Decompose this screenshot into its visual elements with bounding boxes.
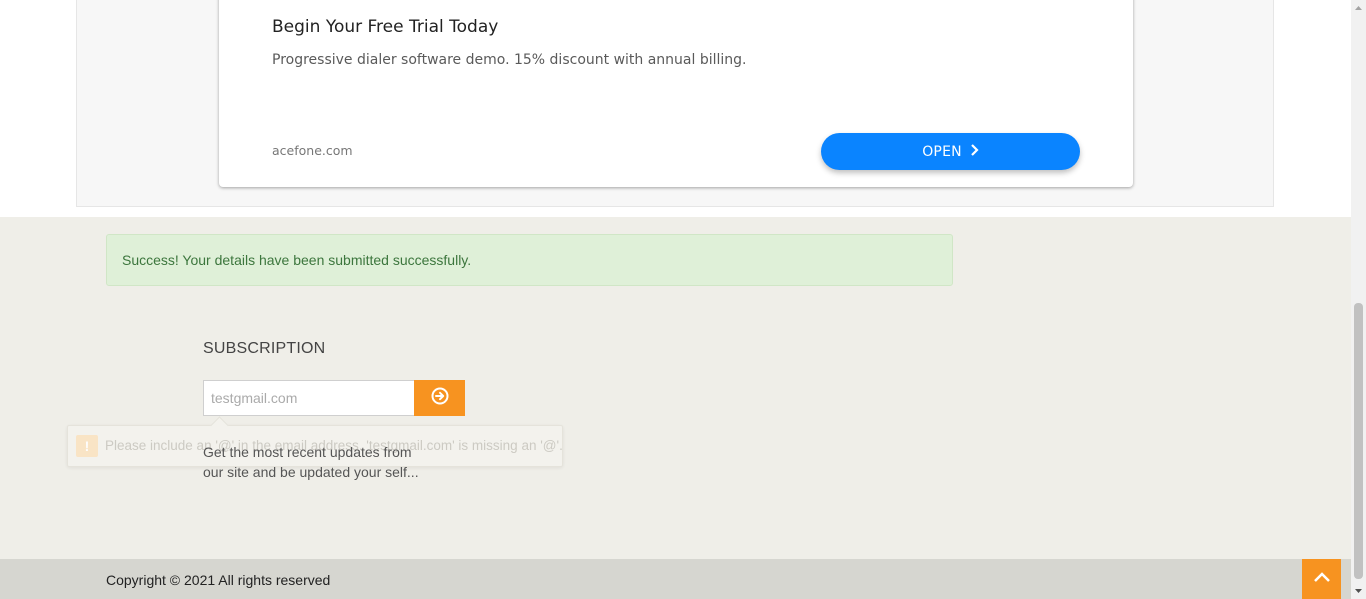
vertical-scrollbar[interactable]: [1351, 0, 1366, 599]
warning-icon: !: [76, 435, 98, 457]
arrow-circle-right-icon: [431, 387, 449, 410]
scroll-up-arrow-icon[interactable]: [1351, 0, 1366, 15]
subscribe-submit-button[interactable]: [414, 380, 465, 416]
scrollbar-thumb[interactable]: [1354, 303, 1363, 579]
footer: Copyright © 2021 All rights reserved: [0, 559, 1351, 599]
copyright-text: Copyright © 2021 All rights reserved: [106, 572, 331, 588]
advertisement-area: Begin Your Free Trial Today Progressive …: [0, 0, 1351, 217]
email-input[interactable]: [203, 380, 414, 416]
main-content: Success! Your details have been submitte…: [0, 217, 1351, 559]
ad-headline[interactable]: Begin Your Free Trial Today: [272, 17, 498, 37]
ad-open-button[interactable]: OPEN: [821, 133, 1080, 170]
success-alert-text: Success! Your details have been submitte…: [122, 252, 472, 268]
chevron-up-icon: [1313, 570, 1331, 588]
ad-description: Progressive dialer software demo. 15% di…: [272, 52, 747, 68]
subscription-description: Get the most recent updates from our sit…: [203, 444, 419, 480]
chevron-right-icon: [970, 141, 979, 160]
scroll-down-arrow-icon[interactable]: [1351, 584, 1366, 599]
ad-open-label: OPEN: [922, 143, 962, 160]
subscription-title: SUBSCRIPTION: [203, 340, 326, 357]
back-to-top-button[interactable]: [1302, 559, 1341, 599]
ad-domain[interactable]: acefone.com: [272, 143, 353, 158]
ad-card[interactable]: Begin Your Free Trial Today Progressive …: [219, 0, 1133, 187]
success-alert: Success! Your details have been submitte…: [106, 234, 953, 286]
